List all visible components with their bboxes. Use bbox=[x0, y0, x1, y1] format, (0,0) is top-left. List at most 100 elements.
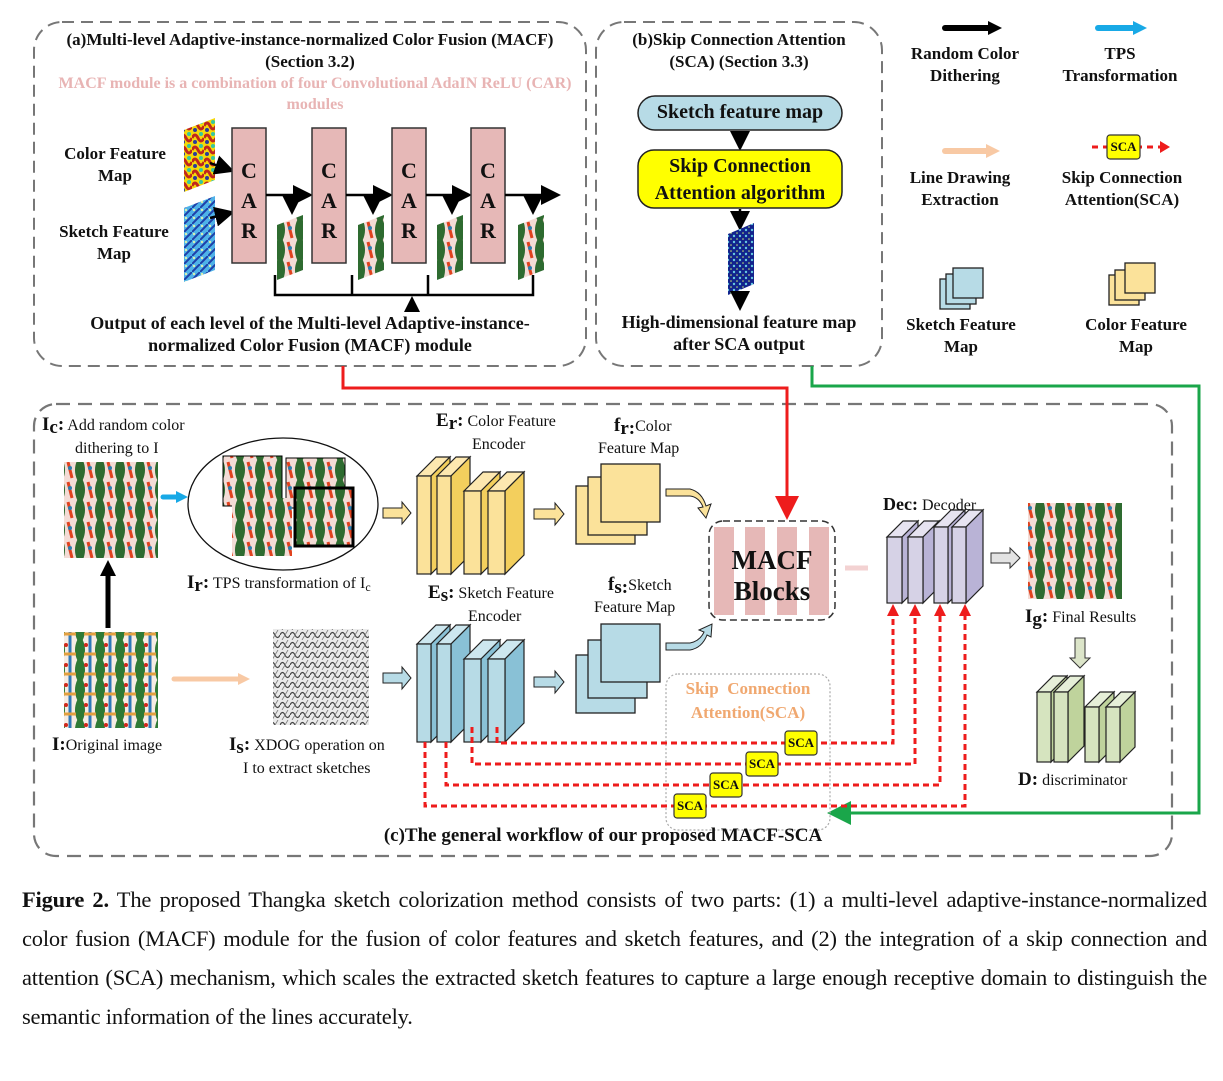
fr-label: fr:Color bbox=[614, 415, 672, 440]
macf-line2: Blocks bbox=[733, 576, 811, 606]
xdog-sketch-image bbox=[273, 629, 369, 725]
legend-label-line2: Map bbox=[944, 337, 978, 356]
sketch-to-sketch-encoder-arrow bbox=[382, 665, 412, 691]
legend-line-drawing-extraction: Line Drawing Extraction bbox=[885, 167, 1035, 211]
ic-line2: dithering to I bbox=[75, 440, 159, 457]
result-to-discriminator-arrow bbox=[1068, 637, 1092, 669]
car-letter: A bbox=[401, 188, 417, 213]
skip-connection-arrowhead bbox=[887, 604, 899, 616]
i-text: Original image bbox=[65, 737, 163, 754]
car-block-label: CAR bbox=[471, 156, 505, 246]
ic-line1: Add random color bbox=[67, 417, 185, 434]
original-image bbox=[64, 632, 158, 728]
macf-line1: MACF bbox=[731, 545, 813, 575]
output-bracket bbox=[273, 275, 535, 297]
er-symbol: E bbox=[436, 410, 449, 431]
color-feature-encoder bbox=[415, 455, 526, 576]
caption-text: The proposed Thangka sketch colorization… bbox=[22, 887, 1207, 1029]
car-block-label: CAR bbox=[232, 156, 266, 246]
car-block-label: CAR bbox=[392, 156, 426, 246]
ir-sub: r bbox=[194, 575, 203, 596]
er-sub: r bbox=[448, 413, 458, 434]
legend-sca-badge: SCA bbox=[1110, 139, 1137, 154]
car-block-label: CAR bbox=[312, 156, 346, 246]
legend-label-line2: Extraction bbox=[921, 190, 999, 209]
ir-text-sub: c bbox=[365, 580, 371, 594]
ig-label: Ig: Final Results bbox=[1025, 606, 1137, 630]
car-letter: R bbox=[321, 218, 337, 243]
skip-connection-arrowhead bbox=[959, 604, 971, 616]
d-label: D: discriminator bbox=[1018, 769, 1127, 792]
sketch-feature-map-thumbnail bbox=[184, 196, 215, 282]
ic-sub: c bbox=[49, 417, 58, 438]
car-letter: A bbox=[480, 188, 496, 213]
fs-label: fs:Sketch bbox=[608, 574, 672, 599]
er-line2: Encoder bbox=[472, 436, 526, 453]
car-letter: R bbox=[480, 218, 496, 243]
panel-b-output-line1: High-dimensional feature map bbox=[621, 312, 857, 332]
fr-line2: Feature Map bbox=[598, 440, 680, 457]
color-feature-map-thumbnail bbox=[184, 118, 215, 192]
d-symbol: D: bbox=[1018, 769, 1039, 790]
er-line1: Color Feature bbox=[467, 413, 556, 430]
legend-label-line1: Line Drawing bbox=[909, 168, 1011, 187]
legend-label-line1: Skip Connection bbox=[1061, 168, 1183, 187]
discriminator-layer bbox=[1104, 690, 1137, 764]
car-letter: A bbox=[321, 188, 337, 213]
blue-stack-icon bbox=[939, 267, 984, 310]
es-sub: s bbox=[440, 585, 449, 606]
legend-sketch-feature-map: Sketch Feature Map bbox=[886, 314, 1036, 358]
color-input-label-line2: Map bbox=[98, 166, 132, 185]
ic-dithered-image bbox=[64, 462, 158, 558]
car-output-thumbnail bbox=[518, 215, 544, 280]
discriminator bbox=[1035, 674, 1137, 764]
legend-label-line2: Transformation bbox=[1062, 66, 1178, 85]
panel-a-output-line1: Output of each level of the Multi-level … bbox=[90, 313, 530, 333]
final-result-image bbox=[1028, 503, 1122, 599]
green-connector-arrow bbox=[810, 366, 1201, 825]
dec-label: Dec: Decoder bbox=[883, 493, 976, 517]
legend-label-line1: TPS bbox=[1104, 44, 1136, 63]
skip-connection-arrowhead bbox=[934, 604, 946, 616]
ig-sub: g bbox=[1032, 609, 1042, 630]
decoder bbox=[885, 508, 985, 605]
high-dimensional-feature-thumbnail bbox=[728, 223, 754, 295]
dec-text: Decoder bbox=[921, 497, 977, 514]
panel-a-title-line1: (a)Multi-level Adaptive-instance-normali… bbox=[66, 30, 554, 49]
car-letter: R bbox=[241, 218, 257, 243]
discriminator-layer bbox=[1052, 674, 1086, 764]
ig-text: Final Results bbox=[1052, 609, 1137, 626]
skip-connection-arrowhead bbox=[909, 604, 921, 616]
legend-label-line2: Map bbox=[1119, 337, 1153, 356]
car-letter: C bbox=[241, 158, 257, 183]
color-to-macf-arrow bbox=[665, 488, 712, 520]
yellow-stack-icon bbox=[1108, 262, 1156, 306]
sca-badge: SCA bbox=[676, 798, 703, 813]
panel-a-note-line1: MACF module is a combination of four Con… bbox=[58, 75, 572, 92]
legend-tps-transformation: TPS Transformation bbox=[1045, 43, 1195, 87]
is-sub: s bbox=[236, 737, 244, 758]
panel-a-output-line2: normalized Color Fusion (MACF) module bbox=[148, 335, 472, 355]
car-output-thumbnail bbox=[277, 215, 303, 280]
fr-line1: Color bbox=[635, 418, 672, 435]
is-line1: XDOG operation on bbox=[254, 737, 385, 754]
panel-a-note-line2: modules bbox=[286, 96, 344, 113]
ic-label: Ic: Add random color bbox=[42, 414, 185, 438]
d-text: discriminator bbox=[1042, 772, 1128, 789]
sca-algorithm-line1: Skip Connection bbox=[669, 155, 811, 177]
sketch-feature-map-box-label: Sketch feature map bbox=[656, 101, 824, 123]
red-connector-arrow bbox=[341, 366, 799, 520]
legend-label-line2: Dithering bbox=[930, 66, 1000, 85]
panel-b-output-line2: after SCA output bbox=[673, 334, 805, 354]
sca-badge: SCA bbox=[748, 756, 775, 771]
encoder-layer bbox=[486, 638, 526, 744]
color-input-label: Color Feature Map bbox=[50, 143, 180, 187]
sca-algorithm-line2: Attention algorithm bbox=[654, 182, 826, 204]
sketch-encoder-to-map-arrow bbox=[533, 669, 565, 695]
sca-badge: SCA bbox=[787, 735, 814, 750]
sketch-input-label: Sketch Feature Map bbox=[48, 221, 180, 265]
color-feature-map-stack bbox=[575, 463, 661, 545]
car-letter: R bbox=[401, 218, 417, 243]
legend-label-line1: Color Feature bbox=[1085, 315, 1187, 334]
es-label: Es: Sketch Feature bbox=[428, 582, 554, 606]
